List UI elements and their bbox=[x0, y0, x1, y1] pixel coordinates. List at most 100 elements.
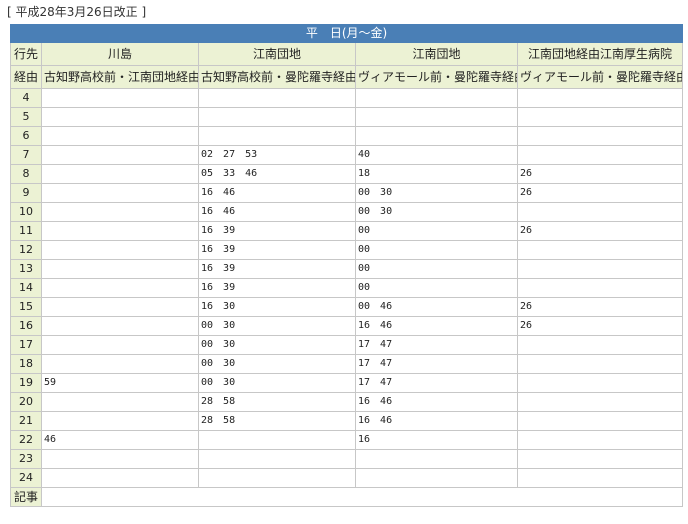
destination-row: 行先 川島 江南団地 江南団地 江南団地経由江南厚生病院 bbox=[10, 42, 684, 66]
departure-minutes: 26 bbox=[516, 183, 684, 203]
revision-date: [ 平成28年3月26日改正 ] bbox=[7, 5, 147, 19]
hour-cell: 7 bbox=[10, 145, 42, 165]
hour-row: 7 02 27 53 40 bbox=[10, 145, 684, 165]
departure-minutes: 00 30 bbox=[198, 335, 356, 355]
departure-minutes bbox=[41, 221, 199, 241]
departure-minutes: 02 27 53 bbox=[198, 145, 356, 165]
hour-row: 16 00 30 16 46 26 bbox=[10, 316, 684, 336]
departure-minutes bbox=[355, 107, 518, 127]
departure-minutes bbox=[41, 240, 199, 260]
via-header: 古知野高校前・曼陀羅寺経由 bbox=[198, 65, 356, 89]
hour-cell: 21 bbox=[10, 411, 42, 431]
hour-row: 11 16 39 00 26 bbox=[10, 221, 684, 241]
departure-minutes bbox=[41, 449, 199, 469]
departure-minutes bbox=[516, 449, 684, 469]
departure-minutes bbox=[41, 259, 199, 279]
departure-minutes: 26 bbox=[516, 316, 684, 336]
hour-row: 22 46 16 bbox=[10, 430, 684, 450]
departure-minutes: 05 33 46 bbox=[198, 164, 356, 184]
hour-row: 23 bbox=[10, 449, 684, 469]
hour-cell: 24 bbox=[10, 468, 42, 488]
departure-minutes bbox=[516, 468, 684, 488]
departure-minutes bbox=[41, 335, 199, 355]
departure-minutes: 16 39 bbox=[198, 278, 356, 298]
hour-row: 9 16 46 00 30 26 bbox=[10, 183, 684, 203]
departure-minutes bbox=[198, 449, 356, 469]
hour-row: 19 59 00 30 17 47 bbox=[10, 373, 684, 393]
hour-cell: 23 bbox=[10, 449, 42, 469]
departure-minutes bbox=[516, 278, 684, 298]
destination-header: 江南団地経由江南厚生病院 bbox=[516, 42, 684, 66]
departure-minutes: 00 30 bbox=[198, 354, 356, 374]
hour-cell: 8 bbox=[10, 164, 42, 184]
notes-row: 記事 bbox=[10, 487, 684, 507]
departure-minutes bbox=[198, 468, 356, 488]
hour-row: 14 16 39 00 bbox=[10, 278, 684, 298]
hour-row: 12 16 39 00 bbox=[10, 240, 684, 260]
departure-minutes bbox=[516, 240, 684, 260]
departure-minutes bbox=[516, 392, 684, 412]
departure-minutes: 26 bbox=[516, 297, 684, 317]
destination-header: 川島 bbox=[41, 42, 199, 66]
departure-minutes: 00 30 bbox=[355, 202, 518, 222]
departure-minutes: 16 46 bbox=[355, 411, 518, 431]
timetable-body: 4 5 6 7 02 27 53 40 8 05 33 46 18 26 9 16 46 00 30 26… bbox=[10, 88, 684, 488]
departure-minutes: 00 bbox=[355, 240, 518, 260]
hour-cell: 10 bbox=[10, 202, 42, 222]
hour-row: 10 16 46 00 30 bbox=[10, 202, 684, 222]
via-header: ヴィアモール前・曼陀羅寺経由 bbox=[355, 65, 518, 89]
departure-minutes bbox=[355, 449, 518, 469]
hour-cell: 9 bbox=[10, 183, 42, 203]
destination-label: 行先 bbox=[10, 42, 42, 66]
departure-minutes bbox=[41, 107, 199, 127]
hour-row: 5 bbox=[10, 107, 684, 127]
hour-cell: 5 bbox=[10, 107, 42, 127]
hour-cell: 15 bbox=[10, 297, 42, 317]
notes-label: 記事 bbox=[10, 487, 42, 507]
departure-minutes: 26 bbox=[516, 164, 684, 184]
hour-cell: 20 bbox=[10, 392, 42, 412]
hour-cell: 19 bbox=[10, 373, 42, 393]
hour-cell: 14 bbox=[10, 278, 42, 298]
weekday-band-title: 平 日(月～金) bbox=[9, 24, 684, 43]
departure-minutes bbox=[41, 164, 199, 184]
departure-minutes bbox=[41, 354, 199, 374]
departure-minutes: 17 47 bbox=[355, 373, 518, 393]
hour-cell: 12 bbox=[10, 240, 42, 260]
hour-row: 24 bbox=[10, 468, 684, 488]
departure-minutes: 16 46 bbox=[355, 392, 518, 412]
hour-row: 18 00 30 17 47 bbox=[10, 354, 684, 374]
notes-content bbox=[40, 487, 684, 507]
departure-minutes bbox=[41, 126, 199, 146]
departure-minutes bbox=[41, 88, 199, 108]
departure-minutes bbox=[355, 468, 518, 488]
via-header: ヴィアモール前・曼陀羅寺経由 bbox=[516, 65, 684, 89]
departure-minutes bbox=[516, 126, 684, 146]
via-header: 古知野高校前・江南団地経由 bbox=[41, 65, 199, 89]
hour-cell: 22 bbox=[10, 430, 42, 450]
hour-cell: 17 bbox=[10, 335, 42, 355]
departure-minutes bbox=[516, 107, 684, 127]
departure-minutes bbox=[198, 88, 356, 108]
departure-minutes bbox=[516, 335, 684, 355]
hour-row: 6 bbox=[10, 126, 684, 146]
hour-cell: 16 bbox=[10, 316, 42, 336]
departure-minutes: 28 58 bbox=[198, 392, 356, 412]
hour-row: 8 05 33 46 18 26 bbox=[10, 164, 684, 184]
via-label: 経由 bbox=[10, 65, 42, 89]
departure-minutes: 26 bbox=[516, 221, 684, 241]
hour-row: 4 bbox=[10, 88, 684, 108]
departure-minutes: 00 bbox=[355, 278, 518, 298]
hour-row: 13 16 39 00 bbox=[10, 259, 684, 279]
departure-minutes: 16 46 bbox=[355, 316, 518, 336]
departure-minutes bbox=[41, 411, 199, 431]
departure-minutes: 46 bbox=[41, 430, 199, 450]
departure-minutes bbox=[198, 107, 356, 127]
departure-minutes bbox=[516, 145, 684, 165]
departure-minutes bbox=[355, 126, 518, 146]
hour-row: 17 00 30 17 47 bbox=[10, 335, 684, 355]
departure-minutes: 16 46 bbox=[198, 183, 356, 203]
hour-cell: 11 bbox=[10, 221, 42, 241]
departure-minutes: 59 bbox=[41, 373, 199, 393]
hour-row: 21 28 58 16 46 bbox=[10, 411, 684, 431]
